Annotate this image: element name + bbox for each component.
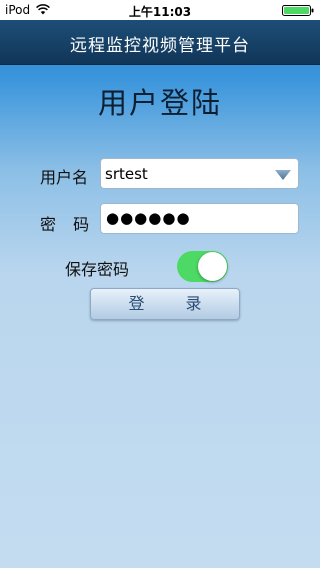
username-dropdown[interactable]: srtest [100, 158, 299, 189]
remember-password-label: 保存密码 [65, 260, 130, 279]
login-button[interactable]: 登 录 [90, 288, 240, 320]
username-label: 用户名 [40, 168, 89, 187]
password-field[interactable]: ●●●●●● [100, 203, 299, 234]
status-bar: iPod 上午11:03 [0, 0, 320, 20]
password-value: ●●●●●● [106, 209, 191, 227]
dropdown-arrow-icon[interactable] [274, 169, 292, 181]
remember-password-toggle[interactable] [177, 251, 228, 282]
page-title: 用户登陆 [97, 86, 222, 120]
battery-icon [282, 5, 314, 16]
nav-title: 远程监控视频管理平台 [70, 36, 250, 56]
username-value: srtest [105, 165, 148, 183]
login-screen: iPod 上午11:03 远程监控视频管理平台 用户登陆 用户名 srtest [0, 0, 320, 568]
password-label: 密 码 [40, 215, 96, 234]
nav-bar: 远程监控视频管理平台 [0, 20, 320, 65]
status-time: 上午11:03 [128, 5, 192, 19]
toggle-knob [198, 252, 227, 281]
